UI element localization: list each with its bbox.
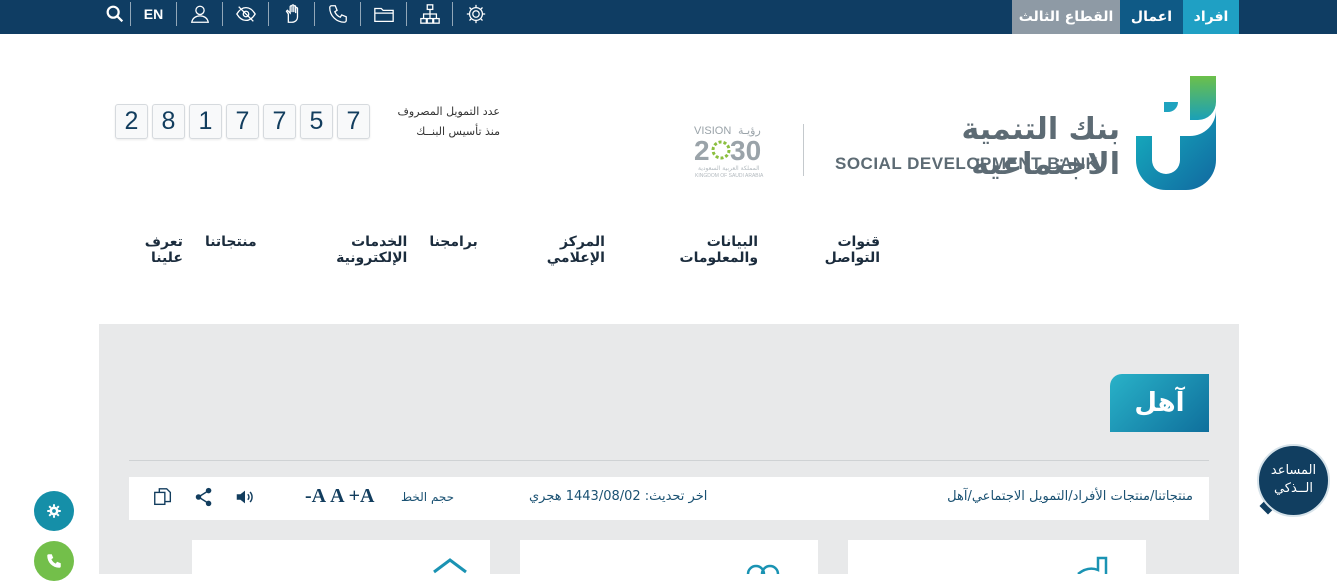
funding-counter-label: عدد التمويل المصروف منذ تأسيس البنــك [378,102,500,142]
phone-icon [47,554,61,568]
settings-icon[interactable] [452,2,498,26]
home-icon [433,558,467,574]
font-increase-button[interactable]: +A [349,485,375,508]
svg-text:2: 2 [694,135,710,166]
counter-digit: 7 [263,104,296,139]
top-utility-icons: EN [100,0,498,28]
tab-third-sector[interactable]: القطاع الثالث [1012,0,1120,34]
page-toolbar: منتجاتنا/منتجات الأفراد/التمويل الاجتماع… [129,477,1209,520]
speaker-icon[interactable] [234,486,256,508]
font-decrease-button[interactable]: -A [305,485,326,508]
nav-e-services[interactable]: الخدمات الإلكترونية [279,234,407,266]
counter-label-line1: عدد التمويل المصروف [397,105,500,118]
assistant-label-line2: الــذكي [1273,481,1314,496]
vision-2030-logo: VISION رؤيـة 2 30 المملكة العربية السعود… [694,124,764,179]
sign-language-icon[interactable] [268,2,314,26]
counter-digit: 5 [300,104,333,139]
nav-about[interactable]: تعرف علينا [110,234,183,266]
content-panel [99,324,1239,574]
floating-call-button[interactable] [34,541,74,581]
building-icon [1077,556,1108,574]
language-toggle[interactable]: EN [130,2,176,26]
smart-assistant-button[interactable]: المساعد الــذكي [1257,444,1330,517]
svg-text:30: 30 [730,135,761,166]
nav-data-information[interactable]: البيانات والمعلومات [627,234,759,266]
nav-media-center[interactable]: المركز الإعلامي [500,234,605,266]
copy-icon[interactable] [152,486,174,508]
main-navigation: تعرف علينا منتجاتنا الخدمات الإلكترونية … [110,234,880,266]
svg-text:KINGDOM OF SAUDI ARABIA: KINGDOM OF SAUDI ARABIA [695,173,764,179]
nav-contact-channels[interactable]: قنوات التواصل [780,234,880,266]
counter-digit: 2 [115,104,148,139]
font-reset-button[interactable]: A [330,485,344,508]
counter-label-line2: منذ تأسيس البنــك [416,125,500,138]
funding-counter: 2 8 1 7 7 5 7 [115,104,370,139]
user-icon[interactable] [176,2,222,26]
counter-digit: 1 [189,104,222,139]
product-card[interactable] [192,540,490,580]
last-updated: اخر تحديث: 1443/08/02 هجري [529,489,708,504]
assistant-label-line1: المساعد [1270,463,1317,478]
floating-settings-button[interactable] [34,491,74,531]
divider [129,460,1209,461]
breadcrumb[interactable]: منتجاتنا/منتجات الأفراد/التمويل الاجتماع… [947,489,1193,504]
folder-icon[interactable] [360,2,406,26]
sdb-logo-mark[interactable] [1132,74,1216,192]
product-card[interactable] [848,540,1146,580]
nav-products[interactable]: منتجاتنا [205,234,257,266]
group-icon [746,564,780,574]
svg-text:المملكة العربية السعودية: المملكة العربية السعودية [698,165,760,172]
sitemap-icon[interactable] [406,2,452,26]
eye-slash-icon[interactable] [222,2,268,26]
page-title: آهل [1110,374,1209,432]
search-icon[interactable] [100,2,130,26]
product-card[interactable] [520,540,818,580]
bank-name-english: SOCIAL DEVELOPMENT BANK [835,154,1099,173]
tab-individuals[interactable]: افراد [1183,0,1239,34]
phone-icon[interactable] [314,2,360,26]
counter-digit: 7 [337,104,370,139]
tab-business[interactable]: اعمال [1120,0,1183,34]
nav-programs[interactable]: برامجنا [429,234,478,266]
counter-digit: 8 [152,104,185,139]
share-icon[interactable] [193,486,215,508]
counter-digit: 7 [226,104,259,139]
font-size-label: حجم الخط [401,490,455,504]
gear-icon [47,504,61,518]
logo-separator [803,124,804,176]
